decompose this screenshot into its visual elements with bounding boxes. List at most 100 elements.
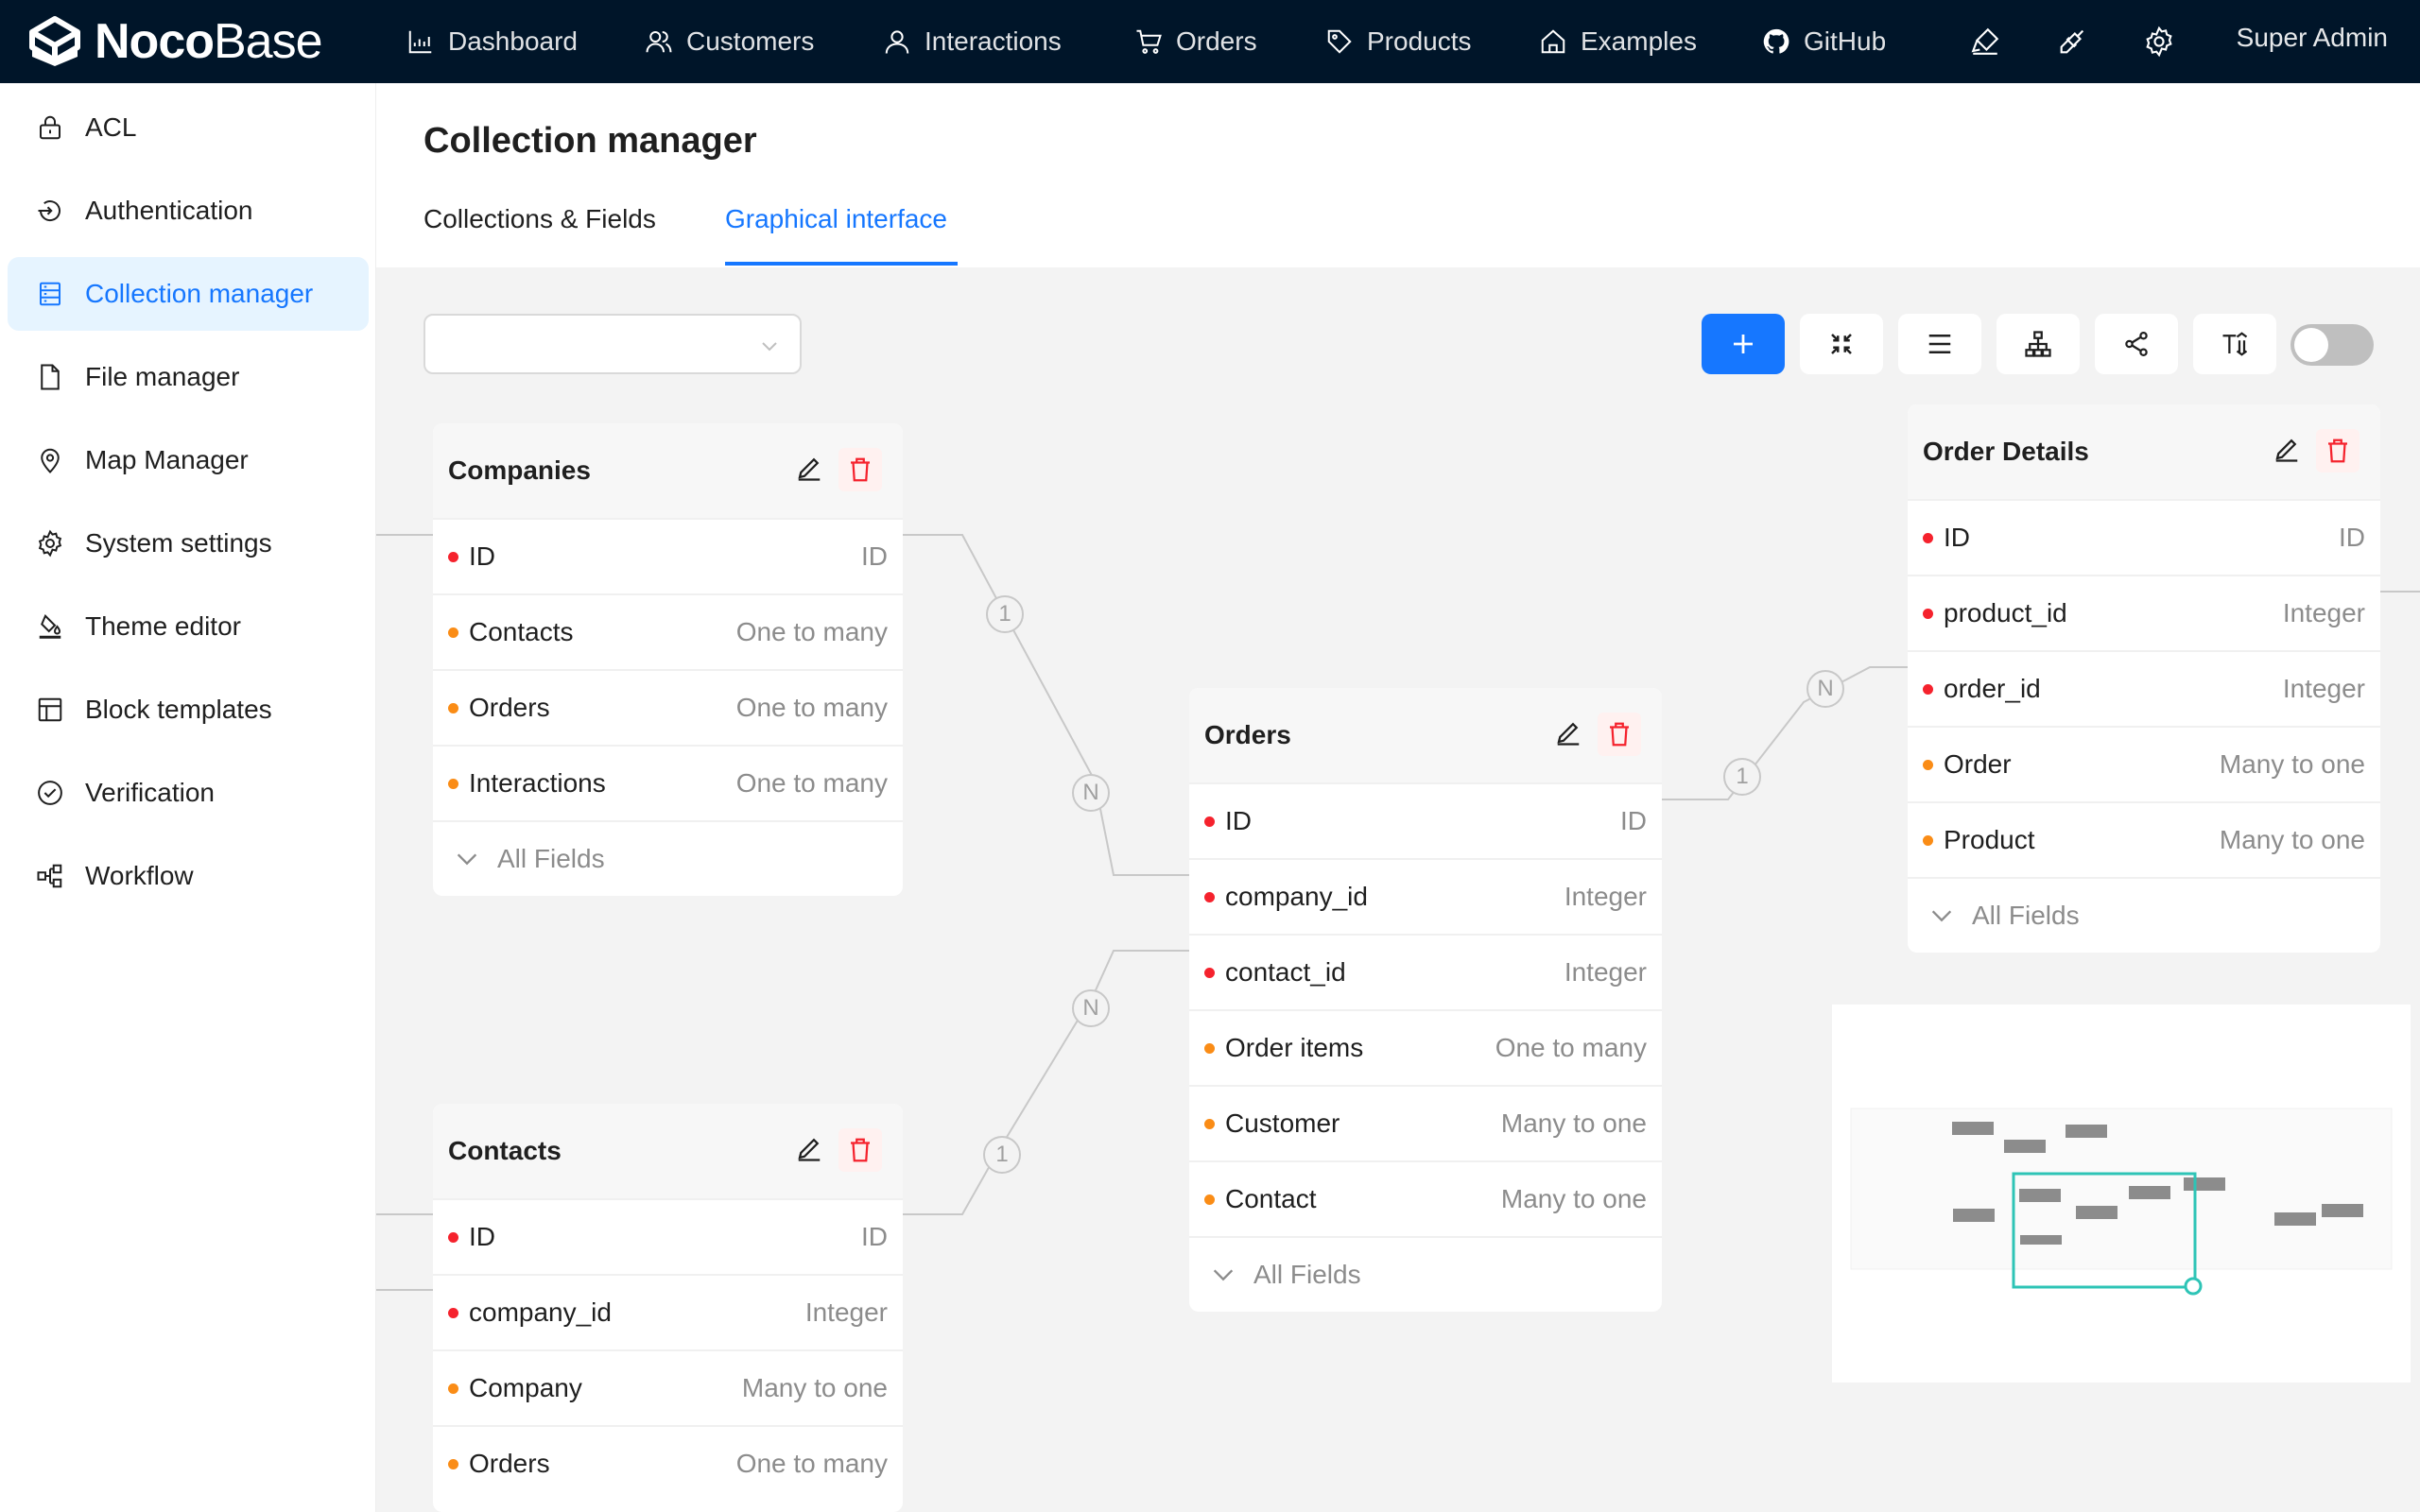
field-type: Many to one — [741, 1373, 888, 1402]
graph-canvas[interactable]: 1 N N 1 1 N Companies ID ID Contacts One t… — [376, 267, 2420, 1512]
nav-products[interactable]: Products — [1325, 0, 1472, 83]
fullscreen-exit-icon — [1831, 334, 1852, 354]
field-type: ID — [1620, 806, 1647, 835]
field-row[interactable]: Order items One to many — [1189, 1009, 1662, 1085]
field-row[interactable]: Orders One to many — [433, 1425, 903, 1501]
nocobase-logo-icon — [29, 16, 80, 66]
field-name: ID — [469, 541, 495, 571]
field-row[interactable]: Orders One to many — [433, 669, 903, 745]
user-name: Super Admin — [2236, 23, 2388, 52]
field-row[interactable]: order_id Integer — [1908, 650, 2380, 726]
field-row[interactable]: Contact Many to one — [1189, 1160, 1662, 1236]
card-header: Orders — [1189, 688, 1662, 782]
card-header: Contacts — [433, 1104, 903, 1198]
sidebar-item-authentication[interactable]: Authentication — [8, 174, 369, 248]
nav-customers[interactable]: Customers — [645, 0, 814, 83]
field-row[interactable]: company_id Integer — [1189, 858, 1662, 934]
sidebar-item-theme-editor[interactable]: Theme editor — [8, 590, 369, 663]
minimap[interactable] — [1832, 1005, 2411, 1383]
add-collection-button[interactable] — [1702, 314, 1785, 374]
delete-collection-button[interactable] — [838, 448, 882, 491]
relation-dot — [1923, 834, 1933, 846]
fit-view-button[interactable] — [1800, 314, 1883, 374]
edit-collection-button[interactable] — [1554, 718, 1588, 752]
field-row[interactable]: ID ID — [433, 1198, 903, 1274]
sidebar-item-collection-manager[interactable]: Collection manager — [8, 257, 369, 331]
plugin-manager-button[interactable] — [2051, 21, 2093, 62]
edit-collection-button[interactable] — [795, 454, 829, 488]
field-row[interactable]: Contacts One to many — [433, 593, 903, 669]
field-row[interactable]: Product Many to one — [1908, 801, 2380, 877]
field-type: Integer — [1564, 957, 1647, 987]
collection-card-companies[interactable]: Companies ID ID Contacts One to many Order… — [433, 423, 903, 896]
delete-collection-button[interactable] — [2316, 429, 2360, 472]
all-fields-label: All Fields — [1253, 1260, 1361, 1289]
nav-interactions[interactable]: Interactions — [883, 0, 1062, 83]
field-row[interactable]: Order Many to one — [1908, 726, 2380, 801]
tab-collections-fields[interactable]: Collections & Fields — [424, 204, 656, 234]
display-toggle-switch[interactable] — [2290, 324, 2374, 366]
minimap-node — [2019, 1189, 2061, 1202]
nav-orders[interactable]: Orders — [1134, 0, 1257, 83]
collection-select[interactable] — [424, 314, 802, 374]
all-fields-toggle[interactable]: All Fields — [1908, 877, 2380, 953]
field-row[interactable]: Company Many to one — [433, 1349, 903, 1425]
minimap-node — [2076, 1206, 2118, 1219]
field-name: Orders — [469, 693, 550, 722]
edge-label-many: N — [1072, 774, 1110, 812]
sidebar-item-map-manager[interactable]: Map Manager — [8, 423, 369, 497]
settings-button[interactable] — [2138, 21, 2180, 62]
minimap-node — [2274, 1212, 2316, 1226]
minimap-node — [1953, 1209, 1995, 1222]
delete-collection-button[interactable] — [838, 1128, 882, 1172]
field-row[interactable]: company_id Integer — [433, 1274, 903, 1349]
sidebar-item-block-templates[interactable]: Block templates — [8, 673, 369, 747]
nav-dashboard[interactable]: Dashboard — [406, 0, 578, 83]
trash-icon — [851, 457, 870, 482]
edit-collection-button[interactable] — [2273, 435, 2307, 469]
collection-list-button[interactable] — [1898, 314, 1981, 374]
delete-collection-button[interactable] — [1598, 713, 1641, 756]
nocobase-logo[interactable]: NocoBase — [26, 11, 323, 72]
minimap-node — [2129, 1186, 2170, 1199]
sidebar-item-workflow[interactable]: Workflow — [8, 839, 369, 913]
field-type: Integer — [2282, 598, 2365, 627]
field-display-button[interactable] — [2193, 314, 2276, 374]
switch-knob — [2294, 328, 2328, 362]
field-row[interactable]: contact_id Integer — [1189, 934, 1662, 1009]
sidebar-item-verification[interactable]: Verification — [8, 756, 369, 830]
sidebar-item-acl[interactable]: ACL — [8, 91, 369, 164]
relation-filter-button[interactable] — [2095, 314, 2178, 374]
collection-card-orders[interactable]: Orders ID ID company_id Integer contact_id… — [1189, 688, 1662, 1312]
auto-layout-button[interactable] — [1996, 314, 2080, 374]
nav-examples[interactable]: Examples — [1539, 0, 1697, 83]
user-menu[interactable]: Super Admin — [2237, 0, 2388, 76]
minimap-node — [2184, 1177, 2225, 1191]
tab-graphical-interface[interactable]: Graphical interface — [725, 204, 947, 234]
sidebar-item-file-manager[interactable]: File manager — [8, 340, 369, 414]
field-name: Contacts — [469, 617, 574, 646]
shopping-cart-icon — [1136, 29, 1162, 54]
file-icon — [41, 364, 60, 390]
edit-collection-button[interactable] — [795, 1134, 829, 1168]
brand-name-bold: Noco — [95, 14, 215, 69]
minimap-resize-handle — [2184, 1277, 2203, 1296]
field-row[interactable]: ID ID — [433, 518, 903, 593]
edit-icon — [2275, 438, 2298, 462]
collection-card-order-details[interactable]: Order Details ID ID product_id Integer ord… — [1908, 404, 2380, 953]
user-icon — [885, 30, 909, 54]
primary-key-dot — [448, 1231, 458, 1243]
field-name: ID — [1944, 523, 1970, 552]
collection-card-contacts[interactable]: Contacts ID ID company_id Integer Company M… — [433, 1104, 903, 1512]
all-fields-toggle[interactable]: All Fields — [1189, 1236, 1662, 1312]
all-fields-toggle[interactable]: All Fields — [433, 820, 903, 896]
theme-highlight-button[interactable] — [1964, 21, 2006, 62]
sidebar-item-system-settings[interactable]: System settings — [8, 507, 369, 580]
field-row[interactable]: ID ID — [1189, 782, 1662, 858]
field-row[interactable]: product_id Integer — [1908, 575, 2380, 650]
field-type: One to many — [735, 617, 888, 646]
nav-github[interactable]: GitHub — [1762, 0, 1886, 83]
field-row[interactable]: Customer Many to one — [1189, 1085, 1662, 1160]
field-row[interactable]: ID ID — [1908, 499, 2380, 575]
field-row[interactable]: Interactions One to many — [433, 745, 903, 820]
